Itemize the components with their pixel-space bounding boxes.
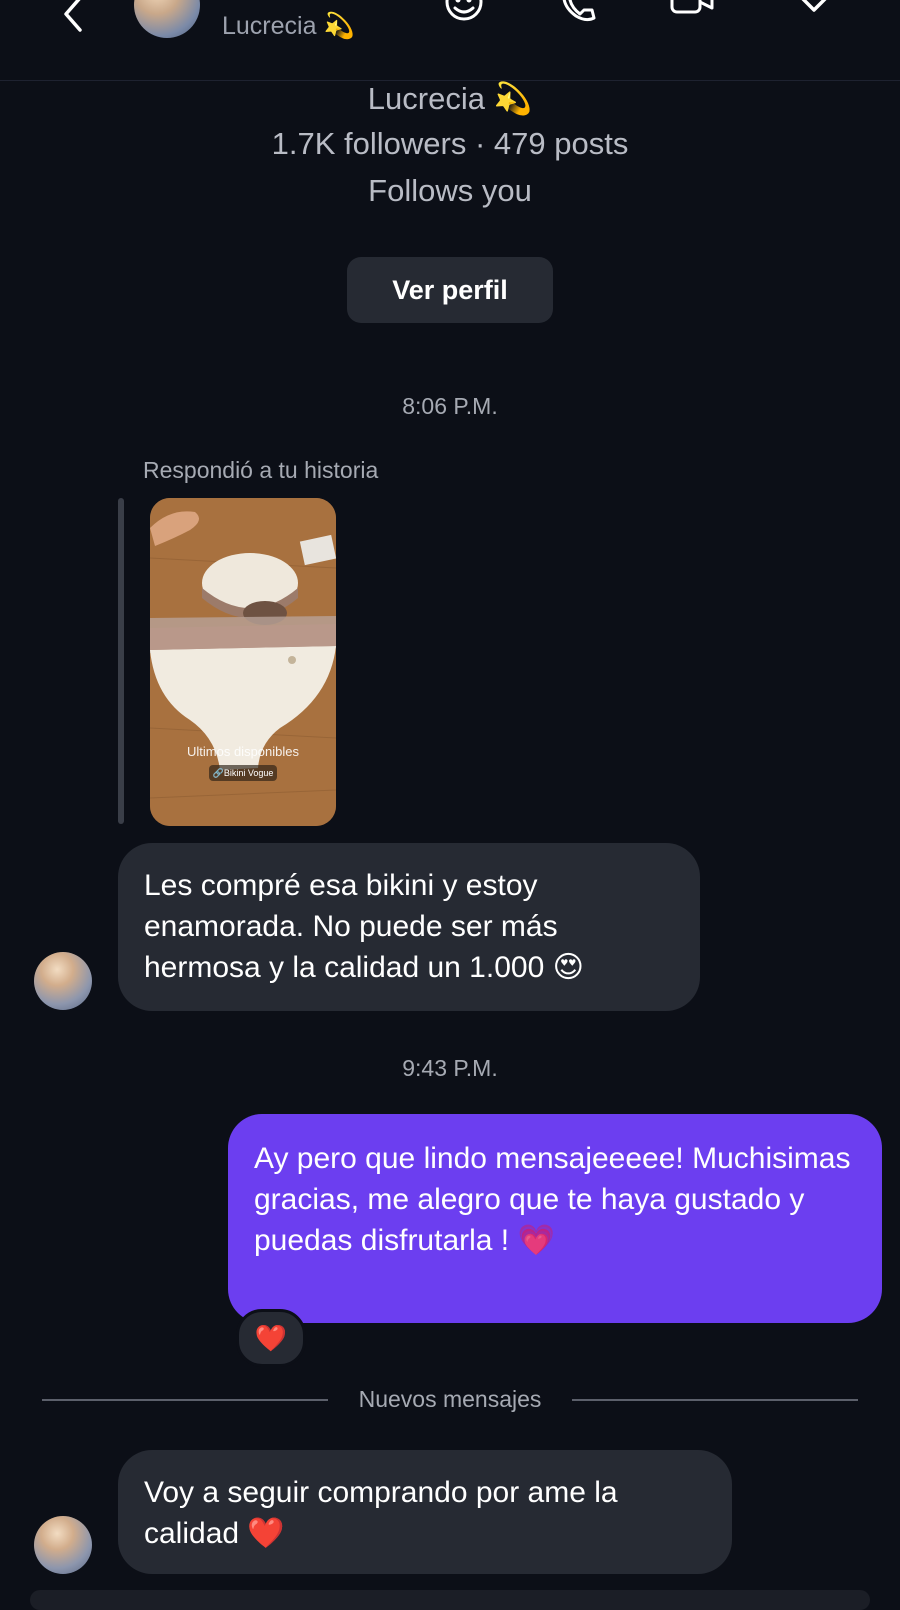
reply-indicator-bar — [118, 498, 124, 824]
profile-stats: 1.7K followers · 479 posts — [271, 126, 629, 161]
outgoing-message[interactable]: Ay pero que lindo mensajeeeee! Muchisima… — [228, 1114, 882, 1323]
profile-name: Lucrecia 💫 — [367, 81, 533, 116]
video-call-icon[interactable] — [668, 0, 716, 32]
back-arrow-icon[interactable] — [52, 0, 92, 34]
incoming-message[interactable]: Les compré esa bikini y estoy enamorada.… — [118, 843, 700, 1011]
phone-call-icon[interactable] — [556, 0, 604, 32]
new-messages-label: Nuevos mensajes — [358, 1386, 542, 1412]
message-composer-edge — [30, 1590, 870, 1610]
message-reaction[interactable]: ❤️ — [236, 1309, 306, 1367]
follows-you-label: Follows you — [368, 173, 532, 208]
timestamp: 9:43 P.M. — [402, 1055, 498, 1081]
profile-summary: Lucrecia 💫 1.7K followers · 479 posts Fo… — [0, 78, 900, 214]
timestamp: 8:06 P.M. — [402, 393, 498, 419]
header-avatar[interactable] — [134, 0, 200, 38]
header-contact-name[interactable]: Lucrecia 💫 — [222, 12, 355, 41]
chat-header: Lucrecia 💫 — [0, 0, 900, 81]
link-icon: 🔗 — [212, 768, 224, 778]
story-caption: Ultimos disponibles — [187, 744, 299, 759]
story-tag: Bikini Vogue — [223, 768, 274, 778]
story-reply-label: Respondió a tu historia — [143, 457, 379, 483]
sticker-face-icon[interactable] — [442, 0, 490, 32]
sender-avatar[interactable] — [34, 1516, 92, 1574]
tag-icon[interactable] — [796, 0, 844, 32]
view-profile-button[interactable]: Ver perfil — [347, 257, 553, 323]
incoming-message[interactable]: Voy a seguir comprando por ame la calida… — [118, 1450, 732, 1574]
story-thumbnail[interactable]: Ultimos disponibles 🔗Bikini Vogue — [150, 498, 336, 826]
reaction-heart: ❤️ — [254, 1322, 288, 1353]
sender-avatar[interactable] — [34, 952, 92, 1010]
story-link-sticker: 🔗Bikini Vogue — [209, 765, 277, 781]
